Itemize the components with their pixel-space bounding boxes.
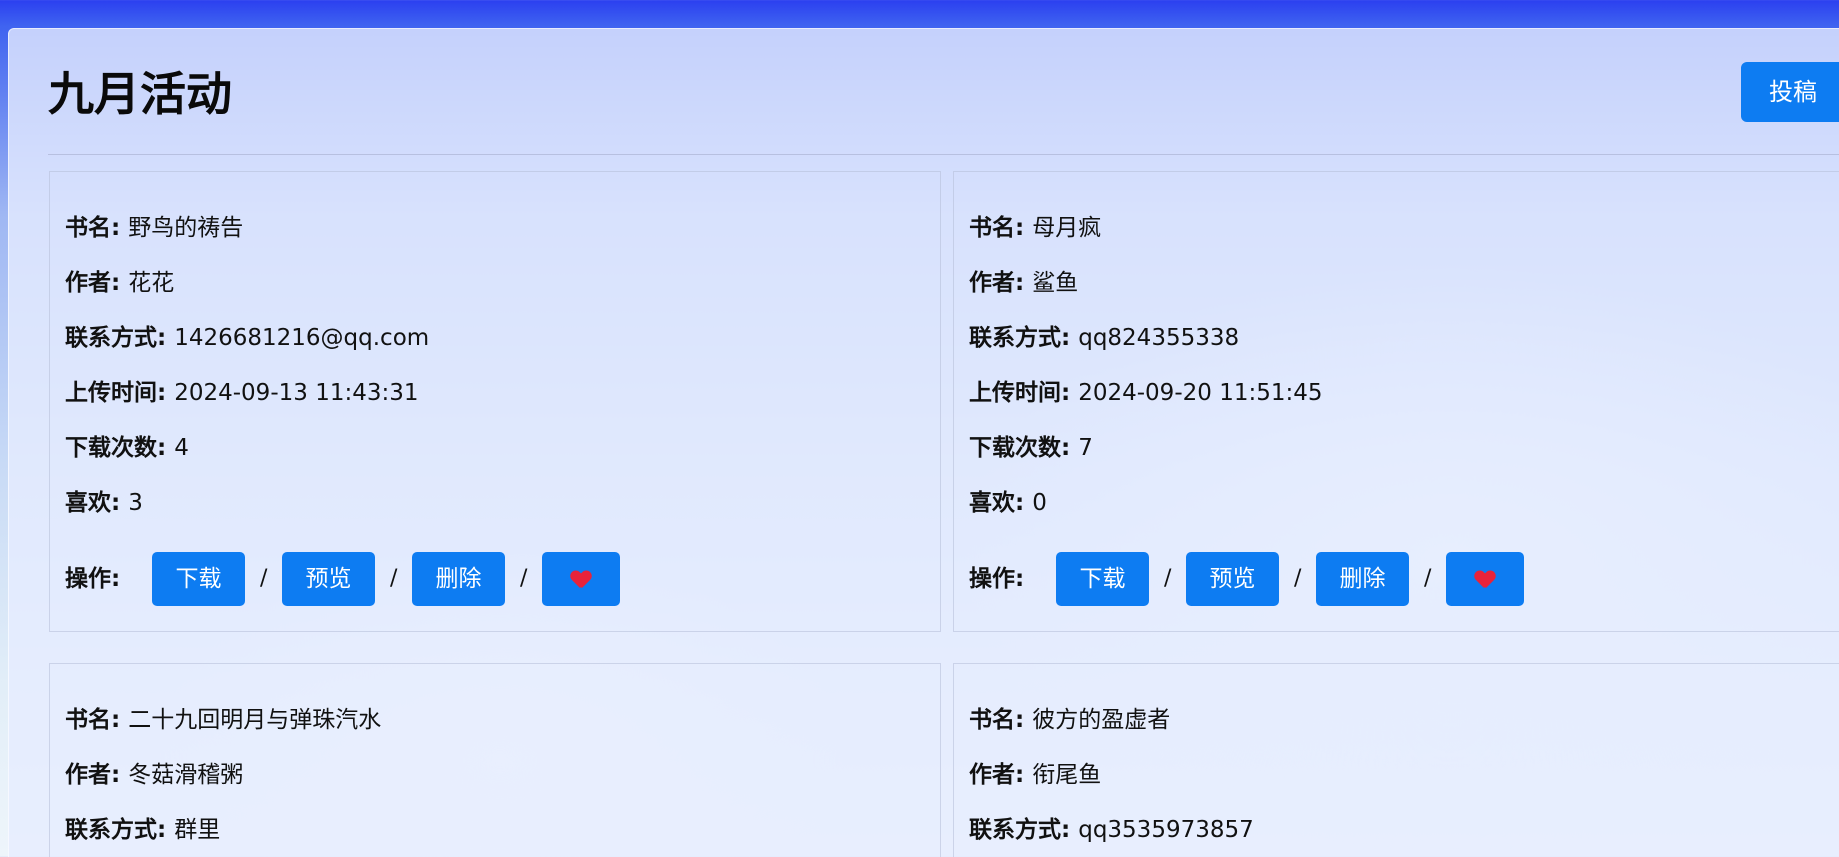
download-button[interactable]: 下载 (152, 552, 245, 606)
author-label: 作者 (969, 762, 1015, 788)
likes-label: 喜欢 (65, 490, 111, 516)
book-card: 书名: 二十九回明月与弹珠汽水 作者: 冬菇滑稽粥 联系方式: 群里 (49, 663, 941, 857)
contact-label: 联系方式 (65, 817, 157, 843)
contact-label: 联系方式 (65, 325, 157, 351)
book-name-label: 书名 (65, 707, 111, 733)
book-name-value: 野鸟的祷告 (128, 215, 244, 241)
likes-value: 0 (1032, 490, 1047, 516)
contact-field: 联系方式: qq824355338 (969, 325, 1240, 351)
contact-label: 联系方式 (969, 817, 1061, 843)
heart-icon (1475, 571, 1495, 589)
actions-label: 操作: (65, 566, 121, 592)
separator: / (1294, 566, 1302, 591)
author-label: 作者 (969, 270, 1015, 296)
contact-label: 联系方式 (969, 325, 1061, 351)
separator: / (260, 566, 268, 591)
heart-icon (571, 571, 591, 589)
download-count-label: 下载次数 (969, 435, 1061, 461)
contact-field: 联系方式: qq3535973857 (969, 817, 1254, 843)
author-value: 花花 (128, 270, 175, 296)
author-field: 作者: 花花 (65, 270, 175, 296)
likes-value: 3 (128, 490, 143, 516)
author-label: 作者 (65, 762, 111, 788)
contact-value: qq3535973857 (1078, 817, 1254, 843)
download-count-field: 下载次数: 7 (969, 435, 1093, 461)
like-button[interactable] (1446, 552, 1524, 606)
book-name-field: 书名: 野鸟的祷告 (65, 215, 244, 241)
book-card: 书名: 母月疯 作者: 鲨鱼 联系方式: qq824355338 上传时间: 2… (953, 171, 1839, 632)
likes-field: 喜欢: 0 (969, 490, 1047, 516)
actions-row: 操作: 下载 / 预览 / 删除 / (65, 552, 925, 606)
delete-button[interactable]: 删除 (1316, 552, 1409, 606)
author-field: 作者: 衔尾鱼 (969, 762, 1102, 788)
separator: / (390, 566, 398, 591)
actions-row: 操作: 下载 / 预览 / 删除 / (969, 552, 1829, 606)
contact-field: 联系方式: 群里 (65, 817, 221, 843)
book-card: 书名: 彼方的盈虚者 作者: 衔尾鱼 联系方式: qq3535973857 (953, 663, 1839, 857)
book-name-field: 书名: 彼方的盈虚者 (969, 707, 1171, 733)
author-value: 鲨鱼 (1032, 270, 1079, 296)
actions-label: 操作: (969, 566, 1025, 592)
download-button[interactable]: 下载 (1056, 552, 1149, 606)
likes-label: 喜欢 (969, 490, 1015, 516)
book-name-label: 书名 (969, 707, 1015, 733)
upload-time-value: 2024-09-20 11:51:45 (1078, 380, 1323, 406)
download-count-value: 4 (174, 435, 189, 461)
book-card: 书名: 野鸟的祷告 作者: 花花 联系方式: 1426681216@qq.com… (49, 171, 941, 632)
upload-time-value: 2024-09-13 11:43:31 (174, 380, 419, 406)
download-count-field: 下载次数: 4 (65, 435, 189, 461)
submit-button[interactable]: 投稿 (1741, 62, 1839, 122)
upload-time-label: 上传时间 (65, 380, 157, 406)
book-name-field: 书名: 母月疯 (969, 215, 1102, 241)
book-name-value: 二十九回明月与弹珠汽水 (128, 707, 382, 733)
preview-button[interactable]: 预览 (1186, 552, 1279, 606)
page-header: 九月活动 投稿 (48, 62, 1839, 155)
separator: / (520, 566, 528, 591)
contact-field: 联系方式: 1426681216@qq.com (65, 325, 430, 351)
page-title: 九月活动 (48, 67, 232, 121)
author-field: 作者: 冬菇滑稽粥 (65, 762, 244, 788)
book-name-field: 书名: 二十九回明月与弹珠汽水 (65, 707, 382, 733)
delete-button[interactable]: 删除 (412, 552, 505, 606)
book-name-value: 母月疯 (1032, 215, 1102, 241)
download-count-label: 下载次数 (65, 435, 157, 461)
author-label: 作者 (65, 270, 111, 296)
upload-time-field: 上传时间: 2024-09-20 11:51:45 (969, 380, 1323, 406)
author-value: 衔尾鱼 (1032, 762, 1102, 788)
upload-time-field: 上传时间: 2024-09-13 11:43:31 (65, 380, 419, 406)
contact-value: 1426681216@qq.com (174, 325, 430, 351)
like-button[interactable] (542, 552, 620, 606)
download-count-value: 7 (1078, 435, 1093, 461)
contact-value: 群里 (174, 817, 221, 843)
contact-value: qq824355338 (1078, 325, 1240, 351)
author-field: 作者: 鲨鱼 (969, 270, 1079, 296)
book-name-value: 彼方的盈虚者 (1032, 707, 1171, 733)
upload-time-label: 上传时间 (969, 380, 1061, 406)
book-name-label: 书名 (65, 215, 111, 241)
separator: / (1164, 566, 1172, 591)
likes-field: 喜欢: 3 (65, 490, 143, 516)
author-value: 冬菇滑稽粥 (128, 762, 244, 788)
separator: / (1424, 566, 1432, 591)
book-name-label: 书名 (969, 215, 1015, 241)
preview-button[interactable]: 预览 (282, 552, 375, 606)
